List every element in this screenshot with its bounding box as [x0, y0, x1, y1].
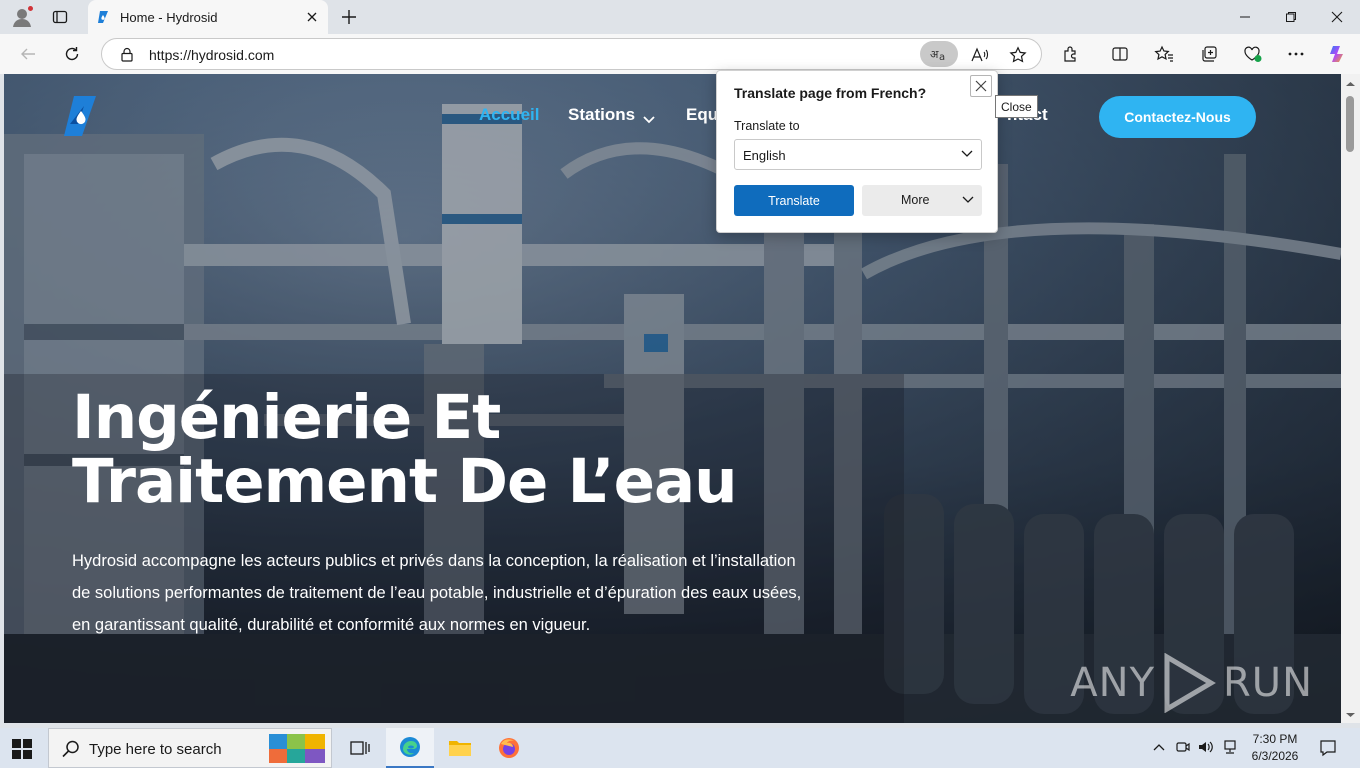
taskbar: Type here to search 7:30 PM 6/3/2026: [0, 728, 1360, 768]
contact-us-button[interactable]: Contactez-Nous: [1099, 96, 1256, 138]
windows-start-icon[interactable]: [12, 739, 32, 759]
firefox-icon[interactable]: [485, 728, 533, 768]
browser-essentials-icon[interactable]: [1241, 42, 1265, 66]
task-view-icon[interactable]: [336, 728, 384, 768]
svg-text:अ: अ: [930, 48, 939, 61]
search-placeholder: Type here to search: [89, 741, 222, 758]
lock-icon[interactable]: [120, 47, 134, 62]
nav-accueil[interactable]: Accueil: [479, 105, 539, 125]
translate-popup-title: Translate page from French?: [734, 85, 927, 101]
hydrosid-favicon-icon: [96, 10, 110, 24]
search-icon: [62, 740, 79, 758]
taskbar-search-box[interactable]: Type here to search: [48, 728, 332, 768]
copilot-icon[interactable]: [1326, 42, 1350, 66]
hero-description: Hydrosid accompagne les acteurs publics …: [72, 552, 802, 634]
hero-title: Ingénierie Et Traitement De L’eau: [72, 386, 832, 514]
search-highlight-puzzle-icon: [269, 734, 325, 763]
refresh-icon[interactable]: [60, 42, 84, 66]
svg-text:a: a: [939, 52, 945, 62]
tab-strip: Home - Hydrosid: [0, 0, 1360, 34]
read-aloud-icon[interactable]: [968, 43, 992, 67]
split-screen-icon[interactable]: [1108, 42, 1132, 66]
play-logo-icon: [1164, 653, 1216, 713]
favorites-icon[interactable]: [1152, 42, 1176, 66]
tab-actions-icon[interactable]: [52, 9, 68, 25]
selected-language: English: [743, 148, 786, 163]
close-window-icon[interactable]: [1314, 0, 1360, 34]
tab-home-hydrosid[interactable]: Home - Hydrosid: [88, 0, 328, 34]
taskbar-clock[interactable]: 7:30 PM 6/3/2026: [1244, 731, 1306, 765]
favorite-star-icon[interactable]: [1006, 43, 1030, 67]
back-icon[interactable]: [16, 42, 40, 66]
hero-title-line2: Traitement De L’eau: [72, 446, 738, 517]
webpage: Accueil Stations Equ ntact Contactez-Nou…: [4, 74, 1341, 723]
nav-stations[interactable]: Stations: [568, 105, 635, 125]
nav-equipements[interactable]: Equ: [686, 105, 718, 125]
minimize-icon[interactable]: [1222, 0, 1268, 34]
more-button[interactable]: More: [862, 185, 982, 216]
hydrosid-logo[interactable]: [64, 94, 98, 138]
show-hidden-icons-icon[interactable]: [1152, 740, 1166, 759]
collections-icon[interactable]: [1197, 42, 1221, 66]
file-explorer-icon[interactable]: [436, 728, 484, 768]
notifications-icon[interactable]: [1319, 739, 1337, 762]
anyrun-watermark: ANY RUN: [1070, 653, 1313, 713]
translate-to-label: Translate to: [734, 119, 800, 133]
chevron-down-icon[interactable]: [643, 109, 655, 129]
close-tooltip: Close: [995, 95, 1038, 118]
translate-popup: Translate page from French? Translate to…: [716, 70, 998, 233]
network-icon[interactable]: [1222, 740, 1238, 759]
address-bar[interactable]: https://hydrosid.com अa: [101, 38, 1042, 70]
new-tab-icon[interactable]: [340, 8, 358, 26]
close-tab-icon[interactable]: [304, 9, 320, 25]
restore-icon[interactable]: [1268, 0, 1314, 34]
translate-icon[interactable]: अa: [920, 41, 958, 67]
hero-title-line1: Ingénierie Et: [72, 382, 501, 453]
close-icon[interactable]: [970, 75, 992, 97]
browser-toolbar: https://hydrosid.com अa: [0, 34, 1360, 74]
extensions-icon[interactable]: [1059, 42, 1083, 66]
volume-icon[interactable]: [1198, 740, 1214, 759]
meet-now-icon[interactable]: [1176, 740, 1190, 759]
edge-taskbar-icon[interactable]: [386, 728, 434, 768]
chevron-down-icon: [961, 150, 973, 157]
vertical-scrollbar[interactable]: [1341, 74, 1360, 723]
more-menu-icon[interactable]: [1284, 42, 1308, 66]
chevron-down-icon: [962, 196, 974, 203]
translate-button[interactable]: Translate: [734, 185, 854, 216]
language-select[interactable]: English: [734, 139, 982, 170]
clock-time: 7:30 PM: [1252, 732, 1298, 746]
profile-icon[interactable]: [11, 5, 34, 28]
scrollbar-thumb[interactable]: [1346, 96, 1354, 152]
tab-title: Home - Hydrosid: [120, 10, 218, 25]
url-text: https://hydrosid.com: [149, 47, 275, 63]
clock-date: 6/3/2026: [1251, 749, 1299, 763]
